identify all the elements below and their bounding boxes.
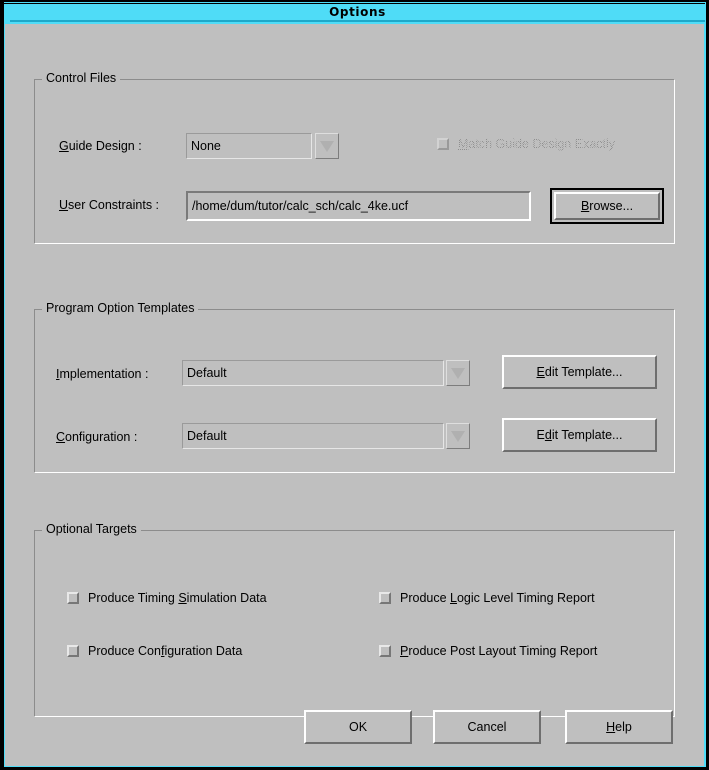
configuration-label-rest: onfiguration : [65, 430, 138, 444]
checkbox-produce-configuration-data[interactable]: Produce Configuration Data [67, 644, 242, 658]
edit-template-implementation-label: dit Template... [544, 365, 623, 379]
implementation-dropdown-button[interactable] [446, 360, 470, 386]
checkbox-produce-logic-level-timing-report[interactable]: Produce Logic Level Timing Report [379, 591, 595, 605]
guide-design-dropdown-button[interactable] [315, 133, 339, 159]
configuration-combo-value[interactable]: Default [182, 423, 444, 449]
guide-design-label-rest: uide Design : [68, 139, 142, 153]
configuration-dropdown-button[interactable] [446, 423, 470, 449]
help-button[interactable]: Help [565, 710, 673, 744]
checkbox-label-mnemonic: L [450, 591, 457, 605]
dialog-client-area: Control Files Guide Design : None Match … [5, 24, 704, 766]
browse-button-label: rowse... [589, 199, 634, 213]
edit-template-configuration-mnemonic: d [544, 428, 552, 442]
checkbox-indicator[interactable] [379, 645, 391, 657]
checkbox-produce-timing-simulation-data[interactable]: Produce Timing Simulation Data [67, 591, 267, 605]
chevron-down-icon [450, 429, 466, 442]
checkbox-label-post: roduce Post Layout Timing Report [408, 644, 598, 658]
checkbox-label: Produce Timing Simulation Data [88, 591, 267, 605]
checkbox-indicator [437, 138, 449, 150]
group-optional-targets: Optional Targets Produce Timing Simulati… [34, 522, 675, 717]
group-program-option-templates-title: Program Option Templates [42, 301, 199, 315]
match-guide-design-exactly-label: Match Guide Design Exactly [458, 137, 616, 151]
configuration-label: Configuration : [56, 430, 137, 444]
guide-design-label-mnemonic: G [59, 139, 69, 153]
implementation-combo-value[interactable]: Default [182, 360, 444, 386]
checkbox-indicator[interactable] [67, 645, 79, 657]
edit-template-configuration-label-a: E [536, 428, 545, 442]
checkbox-indicator[interactable] [379, 592, 391, 604]
checkbox-produce-post-layout-timing-report[interactable]: Produce Post Layout Timing Report [379, 644, 597, 658]
implementation-label-rest: mplementation : [59, 367, 149, 381]
checkbox-label: Produce Post Layout Timing Report [400, 644, 597, 658]
options-dialog-window: Options Control Files Guide Design : Non… [0, 0, 709, 770]
window-titlebar[interactable]: Options [10, 3, 705, 22]
user-constraints-input[interactable]: /home/dum/tutor/calc_sch/calc_4ke.ucf [186, 191, 531, 221]
match-guide-label-rest: atch Guide Design Exactly [468, 137, 616, 151]
match-guide-design-exactly-checkbox: Match Guide Design Exactly [437, 137, 616, 151]
help-button-mnemonic: H [606, 720, 616, 734]
chevron-down-icon [319, 139, 335, 152]
checkbox-label-post: ogic Level Timing Report [456, 591, 595, 605]
checkbox-label-pre: Produce [400, 591, 451, 605]
edit-template-configuration-button[interactable]: Edit Template... [502, 418, 657, 452]
checkbox-label-post: iguration Data [164, 644, 243, 658]
guide-design-combo-value[interactable]: None [186, 133, 312, 159]
group-control-files-title: Control Files [42, 71, 121, 85]
browse-button[interactable]: Browse... [554, 192, 660, 220]
group-control-files: Control Files Guide Design : None Match … [34, 71, 675, 244]
group-program-option-templates: Program Option Templates Implementation … [34, 301, 675, 473]
configuration-label-mnemonic: C [56, 430, 66, 444]
browse-button-default-frame: Browse... [550, 188, 664, 224]
checkbox-indicator[interactable] [67, 592, 79, 604]
user-constraints-label-rest: ser Constraints : [68, 198, 160, 212]
user-constraints-label-mnemonic: U [59, 198, 69, 212]
checkbox-label-pre: Produce Timing [88, 591, 179, 605]
help-button-label: elp [615, 720, 632, 734]
checkbox-label: Produce Configuration Data [88, 644, 242, 658]
window-title: Options [329, 5, 386, 19]
edit-template-implementation-button[interactable]: Edit Template... [502, 355, 657, 389]
guide-design-label: Guide Design : [59, 139, 142, 153]
chevron-down-icon [450, 366, 466, 379]
cancel-button[interactable]: Cancel [433, 710, 541, 744]
implementation-label: Implementation : [56, 367, 148, 381]
checkbox-label-post: imulation Data [186, 591, 267, 605]
edit-template-implementation-mnemonic: E [536, 365, 545, 379]
checkbox-label-mnemonic: S [178, 591, 187, 605]
checkbox-label-pre: Produce Con [88, 644, 161, 658]
user-constraints-label: User Constraints : [59, 198, 159, 212]
match-guide-mnemonic: M [458, 137, 469, 151]
checkbox-label: Produce Logic Level Timing Report [400, 591, 595, 605]
group-optional-targets-frame [34, 530, 675, 717]
group-optional-targets-title: Optional Targets [42, 522, 141, 536]
edit-template-configuration-label-c: it Template... [551, 428, 623, 442]
ok-button[interactable]: OK [304, 710, 412, 744]
